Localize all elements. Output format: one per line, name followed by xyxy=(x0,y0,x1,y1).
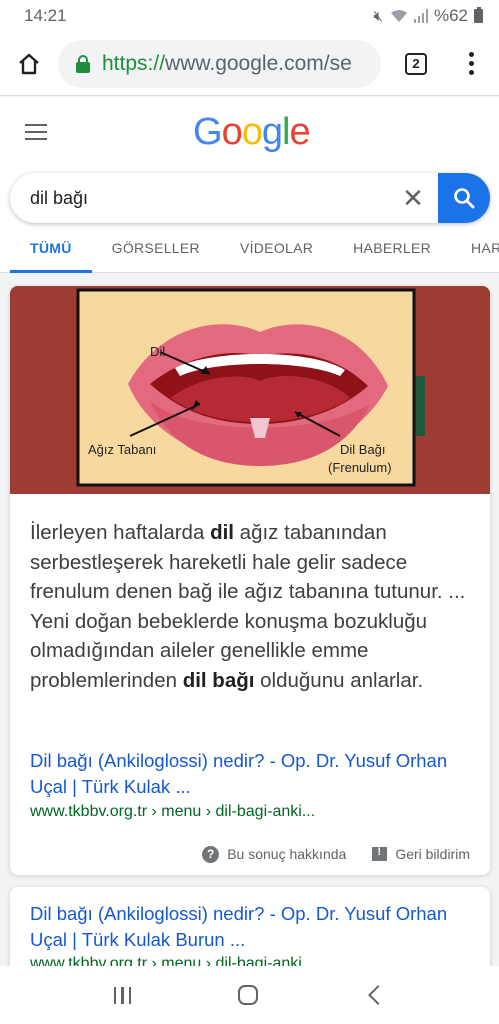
address-bar[interactable]: https://www.google.com/se xyxy=(58,39,381,88)
label-frenulum: Dil Bağı xyxy=(340,442,386,457)
tab-count: 2 xyxy=(405,52,427,75)
browser-toolbar: https://www.google.com/se 2 xyxy=(0,32,499,96)
logo-letter: g xyxy=(261,111,283,153)
url-text: https://www.google.com/se xyxy=(102,51,352,75)
featured-image[interactable]: Dil Ağız Tabanı Dil Bağı (Frenulum) xyxy=(10,286,490,494)
featured-snippet-card: Dil Ağız Tabanı Dil Bağı (Frenulum) İler… xyxy=(10,286,490,875)
search-icon xyxy=(454,188,475,209)
google-header: Google dil bağı ✕ TÜMÜ GÖRSELLER VİDEOLA… xyxy=(0,97,499,273)
status-icons: 🔇︎ %62 xyxy=(374,6,483,26)
dot-icon xyxy=(468,52,474,57)
overflow-menu-button[interactable] xyxy=(451,32,491,96)
wifi-icon xyxy=(390,9,407,22)
dot-icon xyxy=(468,70,474,75)
battery-text: %62 xyxy=(433,6,468,25)
lock-icon xyxy=(76,54,90,73)
card-footer: ? Bu sonuç hakkında Geri bildirim xyxy=(10,842,490,866)
feedback-label: Geri bildirim xyxy=(395,846,470,862)
system-navigation-bar xyxy=(0,966,499,1024)
feedback-icon xyxy=(372,846,388,861)
result-link[interactable]: Dil bağı (Ankiloglossi) nedir? - Op. Dr.… xyxy=(30,748,480,800)
help-icon: ? xyxy=(202,845,220,863)
search-input[interactable]: dil bağı xyxy=(10,188,388,209)
status-bar: 14:21 🔇︎ %62 xyxy=(0,0,499,32)
label-floor: Ağız Tabanı xyxy=(88,442,156,457)
google-logo[interactable]: Google xyxy=(193,111,311,154)
mouth-diagram: Dil Ağız Tabanı Dil Bağı (Frenulum) xyxy=(10,286,490,494)
menu-icon[interactable] xyxy=(25,124,47,140)
tab-videos[interactable]: VİDEOLAR xyxy=(240,235,313,273)
about-label: Bu sonuç hakkında xyxy=(227,846,347,862)
logo-letter: G xyxy=(193,111,223,153)
label-tongue: Dil xyxy=(150,344,165,359)
mute-icon: 🔇︎ xyxy=(373,7,384,25)
signal-icon xyxy=(413,9,428,23)
search-box[interactable]: dil bağı ✕ xyxy=(10,173,490,223)
dot-icon xyxy=(468,61,474,66)
logo-letter: o xyxy=(241,111,263,153)
status-time: 14:21 xyxy=(24,6,67,25)
home-button[interactable] xyxy=(0,32,58,96)
tab-all[interactable]: TÜMÜ xyxy=(10,235,92,273)
back-button[interactable] xyxy=(368,985,389,1005)
result-url: www.tkbbv.org.tr › menu › dil-bagi-anki.… xyxy=(30,803,316,820)
label-frenulum-sub: (Frenulum) xyxy=(328,460,392,475)
battery-icon xyxy=(474,7,483,23)
search-button[interactable] xyxy=(438,173,490,223)
tab-images[interactable]: GÖRSELLER xyxy=(112,235,200,273)
clear-icon[interactable]: ✕ xyxy=(388,173,438,223)
search-tabs: TÜMÜ GÖRSELLER VİDEOLAR HABERLER HARİTAL… xyxy=(0,235,499,273)
logo-letter: l xyxy=(281,111,291,153)
logo-letter: o xyxy=(221,111,243,153)
tab-news[interactable]: HABERLER xyxy=(353,235,431,273)
home-icon xyxy=(19,53,39,74)
tab-maps[interactable]: HARİTALAR xyxy=(471,235,499,273)
feedback-button[interactable]: Geri bildirim xyxy=(372,846,470,862)
about-result-button[interactable]: ? Bu sonuç hakkında xyxy=(202,845,347,863)
result-link[interactable]: Dil bağı (Ankiloglossi) nedir? - Op. Dr.… xyxy=(30,901,480,953)
snippet-text: İlerleyen haftalarda dil ağız tabanından… xyxy=(30,521,466,692)
logo-letter: e xyxy=(289,111,310,153)
home-button-system[interactable] xyxy=(238,985,259,1005)
recents-button[interactable] xyxy=(113,986,132,1004)
tab-switcher-button[interactable]: 2 xyxy=(381,32,451,96)
